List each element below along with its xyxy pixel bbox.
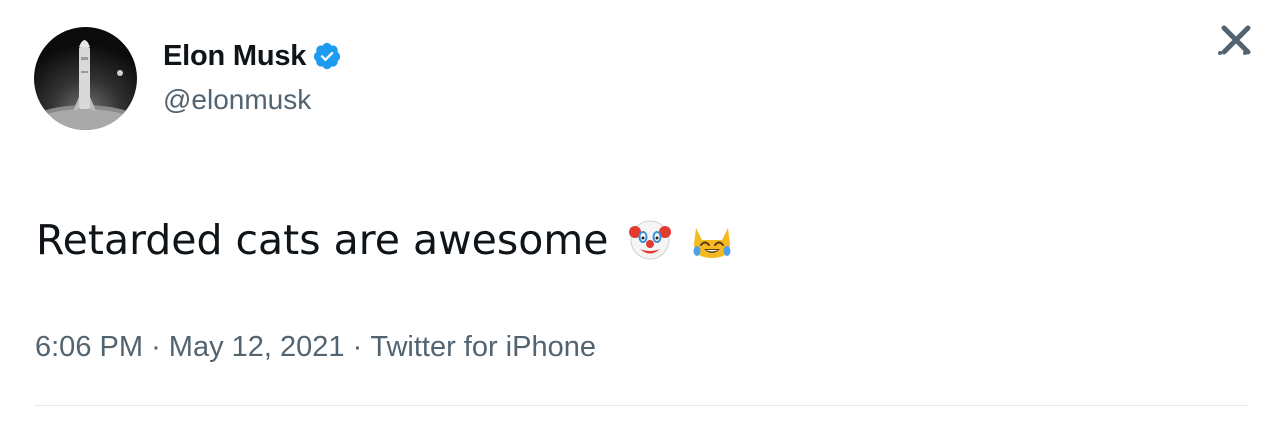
tweet-time[interactable]: 6:06 PM: [35, 331, 143, 363]
divider: [34, 405, 1248, 406]
tweet-text: Retarded cats are awesome: [36, 216, 609, 264]
author-display-name[interactable]: Elon Musk: [163, 40, 306, 73]
tweet-date[interactable]: May 12, 2021: [169, 331, 345, 363]
cat-tears-of-joy-emoji-icon: [693, 228, 731, 258]
author-name-row: Elon Musk: [163, 38, 342, 74]
tweet-card: Elon Musk @elonmusk Retarded cats are aw…: [0, 0, 1284, 428]
rocket-on-moon-avatar-icon: [34, 40, 137, 130]
close-icon[interactable]: [1218, 22, 1254, 58]
meta-separator: ·: [151, 330, 161, 363]
tweet-metadata: 6:06 PM · May 12, 2021 · Twitter for iPh…: [35, 330, 596, 364]
tweet-source[interactable]: Twitter for iPhone: [370, 331, 596, 363]
verified-badge-icon: [314, 42, 341, 70]
meta-separator: ·: [352, 330, 363, 363]
tweet-text-row: Retarded cats are awesome: [36, 212, 734, 268]
avatar[interactable]: [34, 27, 137, 130]
clown-face-emoji-icon: [629, 220, 672, 260]
author-handle[interactable]: @elonmusk: [163, 84, 311, 116]
